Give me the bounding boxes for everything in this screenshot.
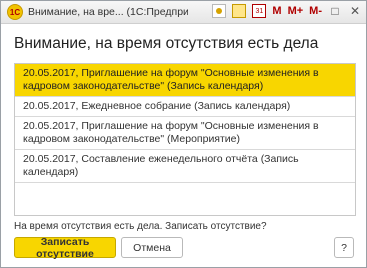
list-item[interactable]: 20.05.2017, Составление еженедельного от… bbox=[15, 150, 355, 183]
tasks-list[interactable]: 20.05.2017, Приглашение на форум "Основн… bbox=[14, 63, 356, 216]
favorites-icon[interactable] bbox=[212, 4, 227, 18]
record-absence-button[interactable]: Записать отсутствие bbox=[14, 236, 116, 260]
app-logo-icon: 1С bbox=[7, 4, 23, 20]
document-icon[interactable] bbox=[232, 4, 247, 18]
list-item[interactable]: 20.05.2017, Ежедневное собрание (Запись … bbox=[15, 97, 355, 117]
list-item-text: 20.05.2017, Ежедневное собрание (Запись … bbox=[23, 100, 291, 112]
title-bar-tools: 31 M M+ M- □ ✕ bbox=[212, 4, 362, 18]
calendar-icon[interactable]: 31 bbox=[252, 4, 267, 18]
list-item-text: 20.05.2017, Приглашение на форум "Основн… bbox=[23, 120, 319, 145]
memory-plus-button[interactable]: M+ bbox=[288, 5, 304, 17]
cancel-button[interactable]: Отмена bbox=[121, 237, 183, 258]
dialog-window: 1С Внимание, на вре... (1С:Предприятие) … bbox=[0, 0, 367, 268]
list-item[interactable]: 20.05.2017, Приглашение на форум "Основн… bbox=[15, 117, 355, 150]
list-item[interactable]: 20.05.2017, Приглашение на форум "Основн… bbox=[15, 64, 355, 97]
title-bar[interactable]: 1С Внимание, на вре... (1С:Предприятие) … bbox=[1, 1, 366, 24]
help-button[interactable]: ? bbox=[334, 237, 354, 258]
memory-minus-button[interactable]: M- bbox=[309, 5, 322, 17]
list-item-text: 20.05.2017, Приглашение на форум "Основн… bbox=[23, 67, 319, 92]
window-title: Внимание, на вре... (1С:Предприятие) bbox=[28, 6, 188, 18]
page-title: Внимание, на время отсутствия есть дела bbox=[14, 35, 319, 52]
list-item-text: 20.05.2017, Составление еженедельного от… bbox=[23, 153, 299, 178]
maximize-icon[interactable]: □ bbox=[328, 4, 342, 18]
memory-m-button[interactable]: M bbox=[272, 5, 281, 17]
close-icon[interactable]: ✕ bbox=[348, 4, 362, 18]
question-text: На время отсутствия есть дела. Записать … bbox=[14, 221, 267, 232]
